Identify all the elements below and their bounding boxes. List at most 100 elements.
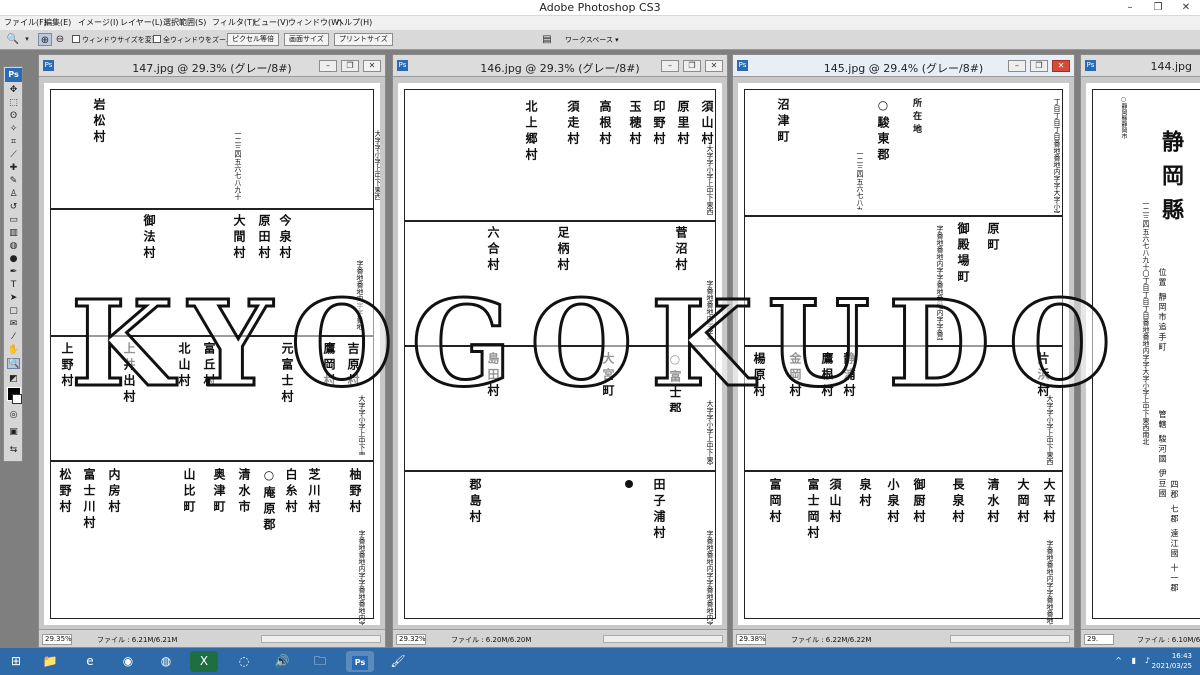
document-canvas[interactable]: ○靜岡縣靜岡市 静岡縣 位置 靜岡市追手町 管轄 駿河國 伊豆國 四郡 七郡 遠… xyxy=(1086,83,1200,625)
marquee-tool-icon[interactable]: ⬚ xyxy=(7,98,20,109)
paint-icon[interactable]: 🖌 xyxy=(384,651,412,672)
zoom-in-icon[interactable]: ⊕ xyxy=(38,33,52,46)
menu-select[interactable]: 選択範囲(S) xyxy=(163,17,206,28)
document-window-144[interactable]: Ps 144.jpg ○靜岡縣靜岡市 静岡縣 位置 靜岡市追手町 管轄 駿河國 … xyxy=(1080,54,1200,648)
network-icon[interactable]: ▮ xyxy=(1132,656,1136,665)
doc-close-button[interactable]: ✕ xyxy=(363,60,381,72)
doc-maximize-button[interactable]: ❐ xyxy=(341,60,359,72)
imageready-icon[interactable]: ⇆ xyxy=(7,445,20,456)
crop-tool-icon[interactable]: ⌗ xyxy=(7,137,20,148)
magic-wand-tool-icon[interactable]: ✧ xyxy=(7,124,20,135)
path-selection-tool-icon[interactable]: ➤ xyxy=(7,293,20,304)
doc-minimize-button[interactable]: – xyxy=(1008,60,1026,72)
file-size-info[interactable]: ファイル : 6.21M/6.21M xyxy=(97,635,177,645)
gradient-tool-icon[interactable]: ▥ xyxy=(7,228,20,239)
document-window-145[interactable]: Ps 145.jpg @ 29.4% (グレー/8#) – ❐ ✕ 沼津町 ○駿… xyxy=(732,54,1075,648)
volume-app-icon[interactable]: 🔊 xyxy=(268,651,296,672)
doc-minimize-button[interactable]: – xyxy=(661,60,679,72)
type-tool-icon[interactable]: T xyxy=(7,280,20,291)
horizontal-scrollbar[interactable] xyxy=(603,635,723,643)
menu-filter[interactable]: フィルタ(T) xyxy=(212,17,255,28)
quick-mask-icon[interactable]: ◎ xyxy=(7,410,20,421)
document-window-147[interactable]: Ps 147.jpg @ 29.3% (グレー/8#) – ❐ ✕ 岩松村 一二… xyxy=(38,54,386,648)
volume-tray-icon[interactable]: ♪ xyxy=(1145,656,1150,665)
lasso-tool-icon[interactable]: ʘ xyxy=(7,111,20,122)
file-size-info[interactable]: ファイル : 6.20M/6.20M xyxy=(451,635,531,645)
doc-close-button[interactable]: ✕ xyxy=(1052,60,1070,72)
workspace-dropdown[interactable]: ワークスペース ▾ xyxy=(565,34,619,46)
chrome-icon[interactable]: ◉ xyxy=(114,651,142,672)
document-canvas[interactable]: 北上郷村 須走村 高根村 玉穂村 印野村 原里村 須山村 大字字小字上中下東西南… xyxy=(398,83,722,625)
doc-maximize-button[interactable]: ❐ xyxy=(683,60,701,72)
file-explorer-icon[interactable]: 📁 xyxy=(36,651,64,672)
document-canvas[interactable]: 沼津町 ○駿東郡 所在地 一二三四五六七八九十〇一二 丁目丁目丁目番地番地内字字… xyxy=(738,83,1069,625)
document-canvas[interactable]: 岩松村 一二三四五六七八九十〇一二三四五六七八九十 大字字小字上中下東西南北字字… xyxy=(44,83,380,625)
actual-pixels-button[interactable]: ピクセル等倍 xyxy=(227,33,279,46)
tray-expand-icon[interactable]: ^ xyxy=(1115,656,1122,665)
maximize-button[interactable]: ❐ xyxy=(1144,0,1172,15)
palette-well-icon[interactable]: ▤ xyxy=(540,33,554,46)
doc-maximize-button[interactable]: ❐ xyxy=(1030,60,1048,72)
zoom-tool-active-icon[interactable]: 🔍 xyxy=(7,358,20,369)
eyedropper-tool-icon[interactable]: ⁄ xyxy=(7,332,20,343)
document-status-bar: 29.32% ファイル : 6.20M/6.20M xyxy=(393,629,727,647)
zoom-tool-icon[interactable]: 🔍 xyxy=(6,33,20,46)
eraser-tool-icon[interactable]: ▭ xyxy=(7,215,20,226)
history-brush-tool-icon[interactable]: ↺ xyxy=(7,202,20,213)
menu-file[interactable]: ファイル(F) xyxy=(4,17,47,28)
default-colors-icon[interactable]: ◩ xyxy=(7,374,20,385)
edge-icon[interactable]: ◌ xyxy=(230,651,258,672)
background-color-swatch[interactable] xyxy=(12,394,22,404)
doc-close-button[interactable]: ✕ xyxy=(705,60,723,72)
print-size-button[interactable]: プリントサイズ xyxy=(334,33,393,46)
document-title-bar[interactable]: Ps 146.jpg @ 29.3% (グレー/8#) – ❐ ✕ xyxy=(393,55,727,77)
zoom-level-field[interactable]: 29.35% xyxy=(42,634,72,645)
menu-help[interactable]: ヘルプ(H) xyxy=(336,17,372,28)
horizontal-scrollbar[interactable] xyxy=(261,635,381,643)
menu-edit[interactable]: 編集(E) xyxy=(44,17,71,28)
zoom-all-windows-checkbox[interactable]: 全ウィンドウをズーム xyxy=(153,34,233,46)
toolbox: Ps ✥ ⬚ ʘ ✧ ⌗ ⟋ ✚ ✎ ♙ ↺ ▭ ▥ ◍ ● ✒ T ➤ ▢ ✉… xyxy=(3,66,23,462)
healing-brush-tool-icon[interactable]: ✚ xyxy=(7,163,20,174)
fit-screen-button[interactable]: 画面サイズ xyxy=(284,33,329,46)
zoom-out-icon[interactable]: ⊖ xyxy=(53,33,67,46)
notes-tool-icon[interactable]: ✉ xyxy=(7,319,20,330)
resize-windows-checkbox[interactable]: ウィンドウサイズを変更 xyxy=(72,34,159,46)
zoom-level-field[interactable]: 29.32% xyxy=(396,634,426,645)
blur-tool-icon[interactable]: ◍ xyxy=(7,241,20,252)
clock[interactable]: 16:43 2021/03/25 xyxy=(1152,651,1192,671)
zoom-level-field[interactable]: 29. xyxy=(1084,634,1114,645)
dodge-tool-icon[interactable]: ● xyxy=(7,254,20,265)
minimize-button[interactable]: – xyxy=(1116,0,1144,15)
folder-icon[interactable]: 🗀 xyxy=(306,651,334,672)
document-title-bar[interactable]: Ps 144.jpg xyxy=(1081,55,1200,77)
menu-window[interactable]: ウィンドウ(W) xyxy=(288,17,342,28)
file-size-info[interactable]: ファイル : 6.22M/6.22M xyxy=(791,635,871,645)
firefox-icon[interactable]: ◍ xyxy=(152,651,180,672)
excel-icon[interactable]: X xyxy=(190,651,218,672)
doc-minimize-button[interactable]: – xyxy=(319,60,337,72)
document-title-bar[interactable]: Ps 147.jpg @ 29.3% (グレー/8#) – ❐ ✕ xyxy=(39,55,385,77)
slice-tool-icon[interactable]: ⟋ xyxy=(7,150,20,161)
hand-tool-icon[interactable]: ✋ xyxy=(7,345,20,356)
clone-stamp-tool-icon[interactable]: ♙ xyxy=(7,189,20,200)
horizontal-scrollbar[interactable] xyxy=(950,635,1070,643)
edge-legacy-icon[interactable]: e xyxy=(76,651,104,672)
document-title-bar[interactable]: Ps 145.jpg @ 29.4% (グレー/8#) – ❐ ✕ xyxy=(733,55,1074,77)
tool-preset-dropdown-icon[interactable]: ▾ xyxy=(20,33,34,46)
pen-tool-icon[interactable]: ✒ xyxy=(7,267,20,278)
file-size-info[interactable]: ファイル : 6.10M/6.10M xyxy=(1137,635,1200,645)
brush-tool-icon[interactable]: ✎ xyxy=(7,176,20,187)
document-status-bar: 29.38% ファイル : 6.22M/6.22M xyxy=(733,629,1074,647)
move-tool-icon[interactable]: ✥ xyxy=(7,85,20,96)
screen-mode-icon[interactable]: ▣ xyxy=(7,427,20,438)
photoshop-taskbar-icon[interactable]: Ps xyxy=(346,651,374,672)
menu-view[interactable]: ビュー(V) xyxy=(253,17,289,28)
start-button-icon[interactable]: ⊞ xyxy=(2,651,30,672)
zoom-level-field[interactable]: 29.38% xyxy=(736,634,766,645)
menu-layer[interactable]: レイヤー(L) xyxy=(120,17,162,28)
document-window-146[interactable]: Ps 146.jpg @ 29.3% (グレー/8#) – ❐ ✕ 北上郷村 須… xyxy=(392,54,728,648)
close-button[interactable]: ✕ xyxy=(1172,0,1200,15)
menu-image[interactable]: イメージ(I) xyxy=(78,17,118,28)
shape-tool-icon[interactable]: ▢ xyxy=(7,306,20,317)
